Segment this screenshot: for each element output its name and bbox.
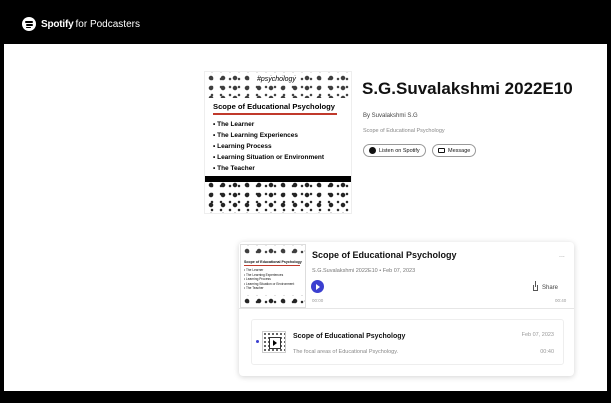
cover-hashtag: #psychology (255, 76, 298, 83)
cover-topic: • The Learning Experiences (213, 132, 299, 139)
brand-subtitle: for Podcasters (75, 18, 140, 30)
listen-label: Listen on Spotify (379, 147, 420, 154)
doodle-border-bottom (205, 179, 351, 213)
time-total: 00:40 (555, 298, 567, 303)
spotify-icon (369, 147, 376, 154)
cover-title: Scope of Educational Psychology (213, 102, 335, 111)
thumb-title: Scope of Educational Psychology (244, 260, 302, 264)
cover-topic: • Learning Process (213, 143, 272, 150)
top-bar: Spotify for Podcasters (4, 4, 607, 44)
cover-topic-list: • The Learner • The Learning Experiences… (213, 119, 324, 174)
list-item-date: Feb 07, 2023 (521, 332, 554, 338)
list-item[interactable]: Scope of Educational Psychology The foca… (251, 319, 564, 365)
bullet-icon (256, 340, 259, 343)
episode-meta: S.G.Suvalakshmi 2022E10 • Feb 07, 2023 (312, 268, 416, 274)
brand-name: Spotify (41, 18, 74, 30)
more-options-icon[interactable]: ... (559, 252, 565, 259)
divider (239, 308, 574, 309)
show-title: S.G.Suvalakshmi 2022E10 (362, 79, 573, 98)
cover-underline (213, 113, 337, 115)
list-item-description: The focal areas of Educational Psycholog… (293, 349, 399, 355)
message-button[interactable]: Message (432, 144, 477, 157)
share-label: Share (542, 285, 559, 291)
message-label: Message (448, 147, 471, 154)
show-author: By Suvalakshmi S.G (363, 113, 418, 119)
show-cover-art: #psychology Scope of Educational Psychol… (204, 71, 352, 214)
message-icon (438, 148, 445, 153)
listen-on-spotify-button[interactable]: Listen on Spotify (363, 144, 426, 157)
list-item-duration: 00:40 (540, 349, 554, 355)
thumb-topic: • The Teacher (244, 286, 264, 290)
share-icon (533, 281, 538, 291)
show-description: Scope of Educational Psychology (363, 128, 445, 134)
play-button[interactable] (311, 280, 324, 293)
cover-topic: • Learning Situation or Environment (213, 154, 324, 161)
thumb-doodle-bottom (241, 295, 305, 307)
share-button[interactable]: Share (533, 281, 559, 291)
time-elapsed: 00:00 (312, 298, 324, 303)
spotify-logo[interactable]: Spotify for Podcasters (22, 17, 140, 31)
episode-card: Scope of Educational Psychology • The Le… (239, 242, 574, 376)
cover-topic: • The Learner (213, 121, 255, 128)
spotify-logo-icon (22, 17, 36, 31)
mini-play-icon (269, 337, 281, 349)
episode-mini-thumbnail[interactable] (262, 331, 286, 353)
thumb-underline (244, 265, 300, 266)
thumb-topic-list: • The Learner • The Learning Experiences… (244, 268, 294, 291)
episode-title[interactable]: Scope of Educational Psychology (312, 250, 457, 260)
cover-topic: • The Teacher (213, 165, 255, 172)
list-item-title[interactable]: Scope of Educational Psychology (293, 333, 405, 340)
episode-thumbnail[interactable]: Scope of Educational Psychology • The Le… (240, 244, 306, 308)
thumb-doodle-top (241, 245, 305, 257)
